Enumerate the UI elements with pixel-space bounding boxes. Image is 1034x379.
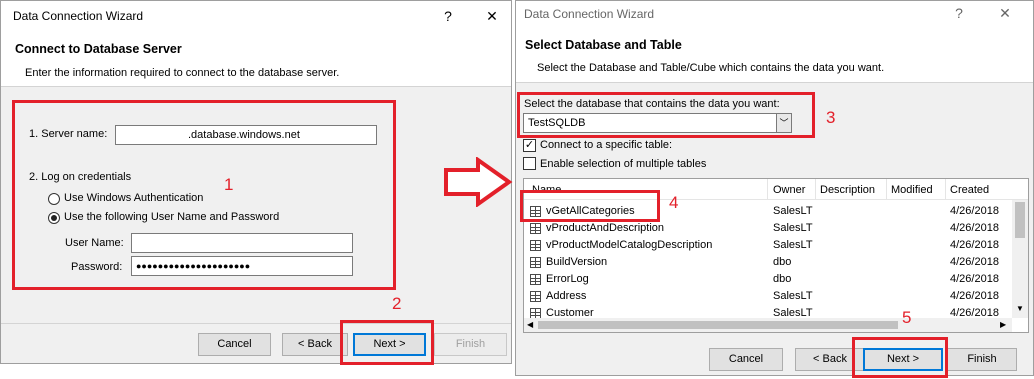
left-finish-button: Finish: [434, 333, 507, 356]
left-help-button[interactable]: ?: [437, 6, 459, 26]
table-row[interactable]: ErrorLog dbo 4/26/2018: [524, 271, 1019, 288]
highlight-box-3: [517, 92, 815, 138]
right-titlebar: Data Connection Wizard ? ✕: [516, 1, 1033, 27]
left-page-subtitle: Enter the information required to connec…: [25, 67, 340, 79]
left-back-button[interactable]: < Back: [282, 333, 348, 356]
column-header-owner[interactable]: Owner: [773, 184, 805, 196]
highlight-box-5: [852, 337, 948, 378]
step-number-4: 4: [669, 193, 679, 212]
right-arrow-icon: [444, 157, 513, 207]
right-page-title: Select Database and Table: [525, 38, 682, 52]
column-header-description[interactable]: Description: [820, 184, 875, 196]
row-name: ErrorLog: [546, 273, 589, 285]
left-window-title: Data Connection Wizard: [13, 9, 144, 23]
column-divider: [767, 179, 768, 200]
specific-table-label[interactable]: Connect to a specific table:: [540, 139, 672, 151]
right-header: Select Database and Table Select the Dat…: [516, 27, 1033, 83]
left-page-title: Connect to Database Server: [15, 42, 182, 56]
right-cancel-button[interactable]: Cancel: [709, 348, 783, 371]
table-icon: [530, 223, 541, 234]
scroll-right-icon[interactable]: ▶: [1000, 320, 1006, 329]
row-name: Address: [546, 290, 587, 302]
step-number-3: 3: [826, 108, 836, 127]
right-help-button[interactable]: ?: [948, 3, 970, 23]
step-number-2: 2: [392, 294, 402, 313]
right-wizard-window: Data Connection Wizard ? ✕ Select Databa…: [515, 0, 1034, 376]
table-icon: [530, 274, 541, 285]
column-divider: [886, 179, 887, 200]
highlight-box-2: [340, 320, 434, 365]
row-owner: dbo: [773, 256, 792, 268]
row-owner: SalesLT: [773, 239, 813, 251]
column-divider: [815, 179, 816, 200]
column-header-modified[interactable]: Modified: [891, 184, 933, 196]
table-row[interactable]: Address SalesLT 4/26/2018: [524, 288, 1019, 305]
scroll-thumb[interactable]: [538, 321, 898, 329]
right-finish-button[interactable]: Finish: [947, 348, 1017, 371]
multiple-tables-label[interactable]: Enable selection of multiple tables: [540, 158, 706, 170]
scroll-left-icon[interactable]: ◀: [527, 320, 533, 329]
row-created: 4/26/2018: [950, 222, 999, 234]
row-owner: SalesLT: [773, 205, 813, 217]
scroll-thumb[interactable]: [1015, 202, 1025, 238]
table-icon: [530, 240, 541, 251]
step-number-1: 1: [224, 175, 234, 194]
horizontal-scrollbar[interactable]: ◀ ▶: [524, 318, 1012, 332]
right-close-button[interactable]: ✕: [994, 3, 1016, 23]
column-divider: [945, 179, 946, 200]
row-owner: SalesLT: [773, 222, 813, 234]
table-row[interactable]: vProductAndDescription SalesLT 4/26/2018: [524, 220, 1019, 237]
highlight-box-1: [12, 100, 396, 290]
row-owner: dbo: [773, 273, 792, 285]
table-row[interactable]: BuildVersion dbo 4/26/2018: [524, 254, 1019, 271]
left-close-button[interactable]: ✕: [481, 6, 503, 26]
left-footer-divider: [1, 323, 511, 324]
row-created: 4/26/2018: [950, 205, 999, 217]
table-icon: [530, 257, 541, 268]
row-created: 4/26/2018: [950, 256, 999, 268]
row-name: vProductModelCatalogDescription: [546, 239, 713, 251]
scroll-down-icon[interactable]: ▼: [1016, 304, 1024, 313]
row-name: vProductAndDescription: [546, 222, 665, 234]
table-row[interactable]: vProductModelCatalogDescription SalesLT …: [524, 237, 1019, 254]
specific-table-checkbox[interactable]: ✓: [523, 139, 536, 152]
right-page-subtitle: Select the Database and Table/Cube which…: [537, 62, 885, 74]
row-owner: SalesLT: [773, 290, 813, 302]
right-window-title: Data Connection Wizard: [524, 7, 655, 21]
left-header: Connect to Database Server Enter the inf…: [1, 31, 511, 87]
multiple-tables-checkbox[interactable]: [523, 157, 536, 170]
vertical-scrollbar[interactable]: ▼: [1012, 200, 1028, 318]
highlight-box-4: [520, 190, 660, 222]
row-created: 4/26/2018: [950, 290, 999, 302]
table-icon: [530, 291, 541, 302]
left-cancel-button[interactable]: Cancel: [198, 333, 271, 356]
column-header-created[interactable]: Created: [950, 184, 989, 196]
row-created: 4/26/2018: [950, 273, 999, 285]
left-titlebar: Data Connection Wizard ? ✕: [1, 1, 511, 31]
step-number-5: 5: [902, 308, 912, 327]
row-name: BuildVersion: [546, 256, 608, 268]
row-created: 4/26/2018: [950, 239, 999, 251]
